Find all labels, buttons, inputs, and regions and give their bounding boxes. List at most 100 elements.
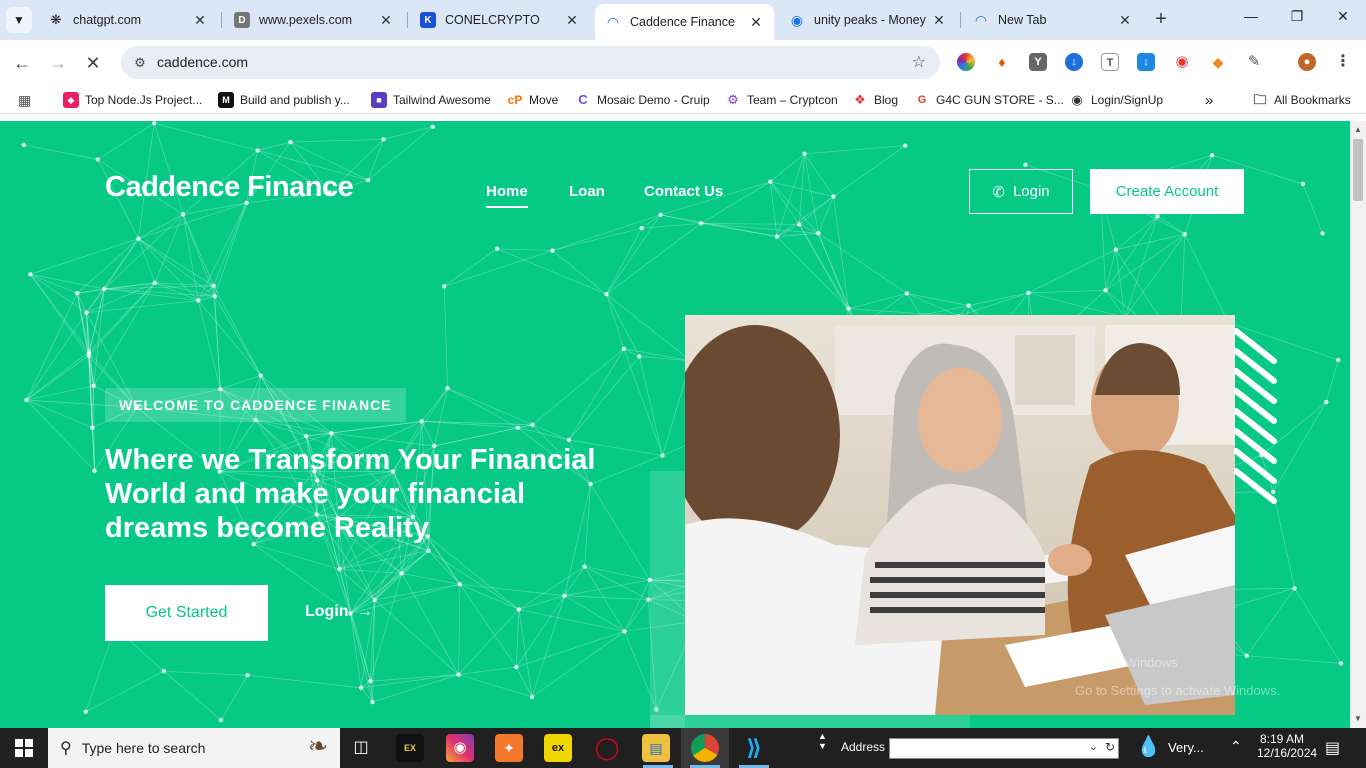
start-button[interactable] (0, 728, 48, 768)
profile-avatar[interactable]: ● (1298, 53, 1316, 71)
tab-chatgpt[interactable]: ❋ chatgpt.com ✕ (38, 4, 218, 36)
file-explorer-icon[interactable]: ▤ (642, 734, 670, 762)
network-node (245, 672, 250, 678)
apps-grid-icon[interactable]: ▦ (18, 91, 31, 109)
site-info-icon[interactable]: ⚙ (129, 52, 151, 74)
record-extension-icon[interactable]: ◉ (1173, 53, 1191, 71)
network-node (445, 385, 450, 391)
address-toolbar-scroll-icon[interactable]: ▲ ▼ (818, 731, 827, 751)
network-node (456, 672, 461, 677)
close-icon[interactable]: ✕ (748, 14, 764, 31)
t-extension-icon[interactable]: T (1101, 53, 1119, 71)
network-node (903, 143, 908, 148)
network-line (639, 356, 691, 362)
network-line (1028, 289, 1106, 294)
opera-app-icon[interactable]: ◯ (593, 734, 621, 762)
back-button[interactable]: ← (9, 50, 35, 76)
address-toolbar-input[interactable]: ⌄ ↻ (889, 738, 1119, 759)
forward-button[interactable]: → (45, 50, 71, 76)
notification-center-icon[interactable]: ▤ (1325, 738, 1340, 758)
close-icon[interactable]: ✕ (564, 12, 580, 29)
bookmark-build-publish[interactable]: M Build and publish y... (218, 91, 350, 109)
tab-caddence-finance[interactable]: ◠ Caddence Finance ✕ (595, 4, 774, 40)
bookmark-login-signup[interactable]: ◉ Login/SignUp (1069, 91, 1163, 109)
nav-home[interactable]: Home (486, 183, 528, 208)
scroll-thumb[interactable] (1353, 139, 1363, 201)
fox-extension-icon[interactable]: ♦ (993, 53, 1011, 71)
menu-kebab-icon[interactable]: ⋮ (1334, 53, 1352, 71)
arrow-right-icon: → (49, 53, 67, 73)
stop-button[interactable]: ✕ (80, 50, 106, 76)
weather-rain-icon[interactable]: 💧 (1136, 734, 1161, 759)
brand-logo[interactable]: Caddence Finance (105, 171, 354, 204)
create-account-button[interactable]: Create Account (1090, 169, 1244, 214)
address-bar[interactable]: ⚙ caddence.com ☆ (121, 46, 940, 79)
scroll-up-arrow-icon[interactable]: ▲ (1350, 123, 1366, 137)
arrow-right-icon: → (357, 603, 373, 620)
close-icon[interactable]: ✕ (931, 12, 947, 29)
close-window-button[interactable]: ✕ (1320, 8, 1366, 32)
tray-chevron-up-icon[interactable]: ⌃ (1230, 738, 1242, 755)
network-node (304, 433, 309, 439)
refresh-icon[interactable]: ↻ (1105, 740, 1115, 754)
network-node (846, 306, 851, 311)
nav-loan[interactable]: Loan (569, 183, 605, 200)
clock[interactable]: 8:19 AM 12/16/2024 (1257, 732, 1317, 760)
network-line (516, 631, 625, 668)
get-started-button[interactable]: Get Started (105, 585, 268, 641)
header-login-button[interactable]: ✆ Login (969, 169, 1073, 214)
tab-unity-peaks[interactable]: ◉ unity peaks - Money ✕ (779, 4, 957, 36)
bookmark-star-icon[interactable]: ☆ (912, 52, 926, 72)
close-icon[interactable]: ✕ (378, 12, 394, 29)
exness-app-icon[interactable]: EX (396, 734, 424, 762)
headline-line-1: Where we Transform Your Financial (105, 444, 596, 476)
all-bookmarks-button[interactable]: 🗀 All Bookmarks (1252, 91, 1351, 109)
tab-pexels[interactable]: D www.pexels.com ✕ (224, 4, 404, 36)
extensions-puzzle-icon[interactable]: ✎ (1245, 53, 1263, 71)
tab-conelcrypto[interactable]: K CONELCRYPTO ✕ (410, 4, 590, 36)
bookmark-mosaic-demo[interactable]: C Mosaic Demo - Cruip (575, 91, 710, 109)
exness-terminal-icon[interactable]: ex (544, 734, 572, 762)
metamask-icon[interactable]: ◆ (1209, 53, 1227, 71)
bookmark-move[interactable]: cP Move (507, 91, 558, 109)
bookmarks-overflow-button[interactable]: » (1205, 91, 1213, 109)
network-node (211, 283, 216, 289)
network-node (1292, 586, 1297, 591)
nav-contact-us[interactable]: Contact Us (644, 183, 723, 200)
close-icon[interactable]: ✕ (1117, 12, 1133, 29)
y-extension-icon[interactable]: Y (1029, 53, 1047, 71)
chrome-app-icon[interactable] (691, 734, 719, 762)
xampp-app-icon[interactable]: ✦ (495, 734, 523, 762)
instagram-app-icon[interactable]: ◉ (446, 734, 474, 762)
download-cloud-extension-icon[interactable]: ↓ (1065, 53, 1083, 71)
network-line (447, 387, 519, 429)
bookmark-team-cryptcon[interactable]: ⚙ Team – Cryptcon (725, 91, 838, 109)
bookmark-top-nodejs[interactable]: ◆ Top Node.Js Project... (63, 91, 202, 109)
tab-new-tab[interactable]: ◠ New Tab ✕ (963, 4, 1143, 36)
network-line (564, 595, 649, 601)
taskbar-search-box[interactable]: ⚲ Type here to search ❧ (48, 728, 340, 768)
chevron-down-icon[interactable]: ⌄ (1089, 740, 1098, 753)
bookmark-blog[interactable]: ❖ Blog (852, 91, 898, 109)
bookmark-g4c-gun-store[interactable]: G G4C GUN STORE - S... (914, 91, 1064, 109)
new-tab-button[interactable]: + (1150, 8, 1172, 30)
weather-text[interactable]: Very... (1168, 740, 1204, 755)
hero-login-link[interactable]: Login → (305, 603, 373, 621)
network-line (23, 144, 98, 160)
vscode-app-icon[interactable]: ⟫ (740, 734, 768, 762)
color-picker-extension-icon[interactable] (957, 53, 975, 71)
decorative-stripes (1234, 328, 1277, 504)
tab-search-button[interactable]: ▼ (6, 7, 32, 33)
task-view-icon[interactable]: ◫ (347, 734, 375, 762)
restore-button[interactable]: ❐ (1274, 8, 1320, 32)
url-text[interactable]: caddence.com (157, 54, 248, 70)
network-node (530, 422, 535, 428)
page-scrollbar[interactable]: ▲ ▼ (1350, 121, 1366, 728)
minimize-button[interactable]: — (1228, 8, 1274, 32)
network-line (606, 228, 643, 295)
bookmark-label: Blog (874, 93, 899, 107)
download-extension-icon[interactable]: ↓ (1137, 53, 1155, 71)
close-icon[interactable]: ✕ (192, 12, 208, 29)
scroll-down-arrow-icon[interactable]: ▼ (1350, 712, 1366, 726)
bookmark-tailwind-awesome[interactable]: ■ Tailwind Awesome (371, 91, 491, 109)
